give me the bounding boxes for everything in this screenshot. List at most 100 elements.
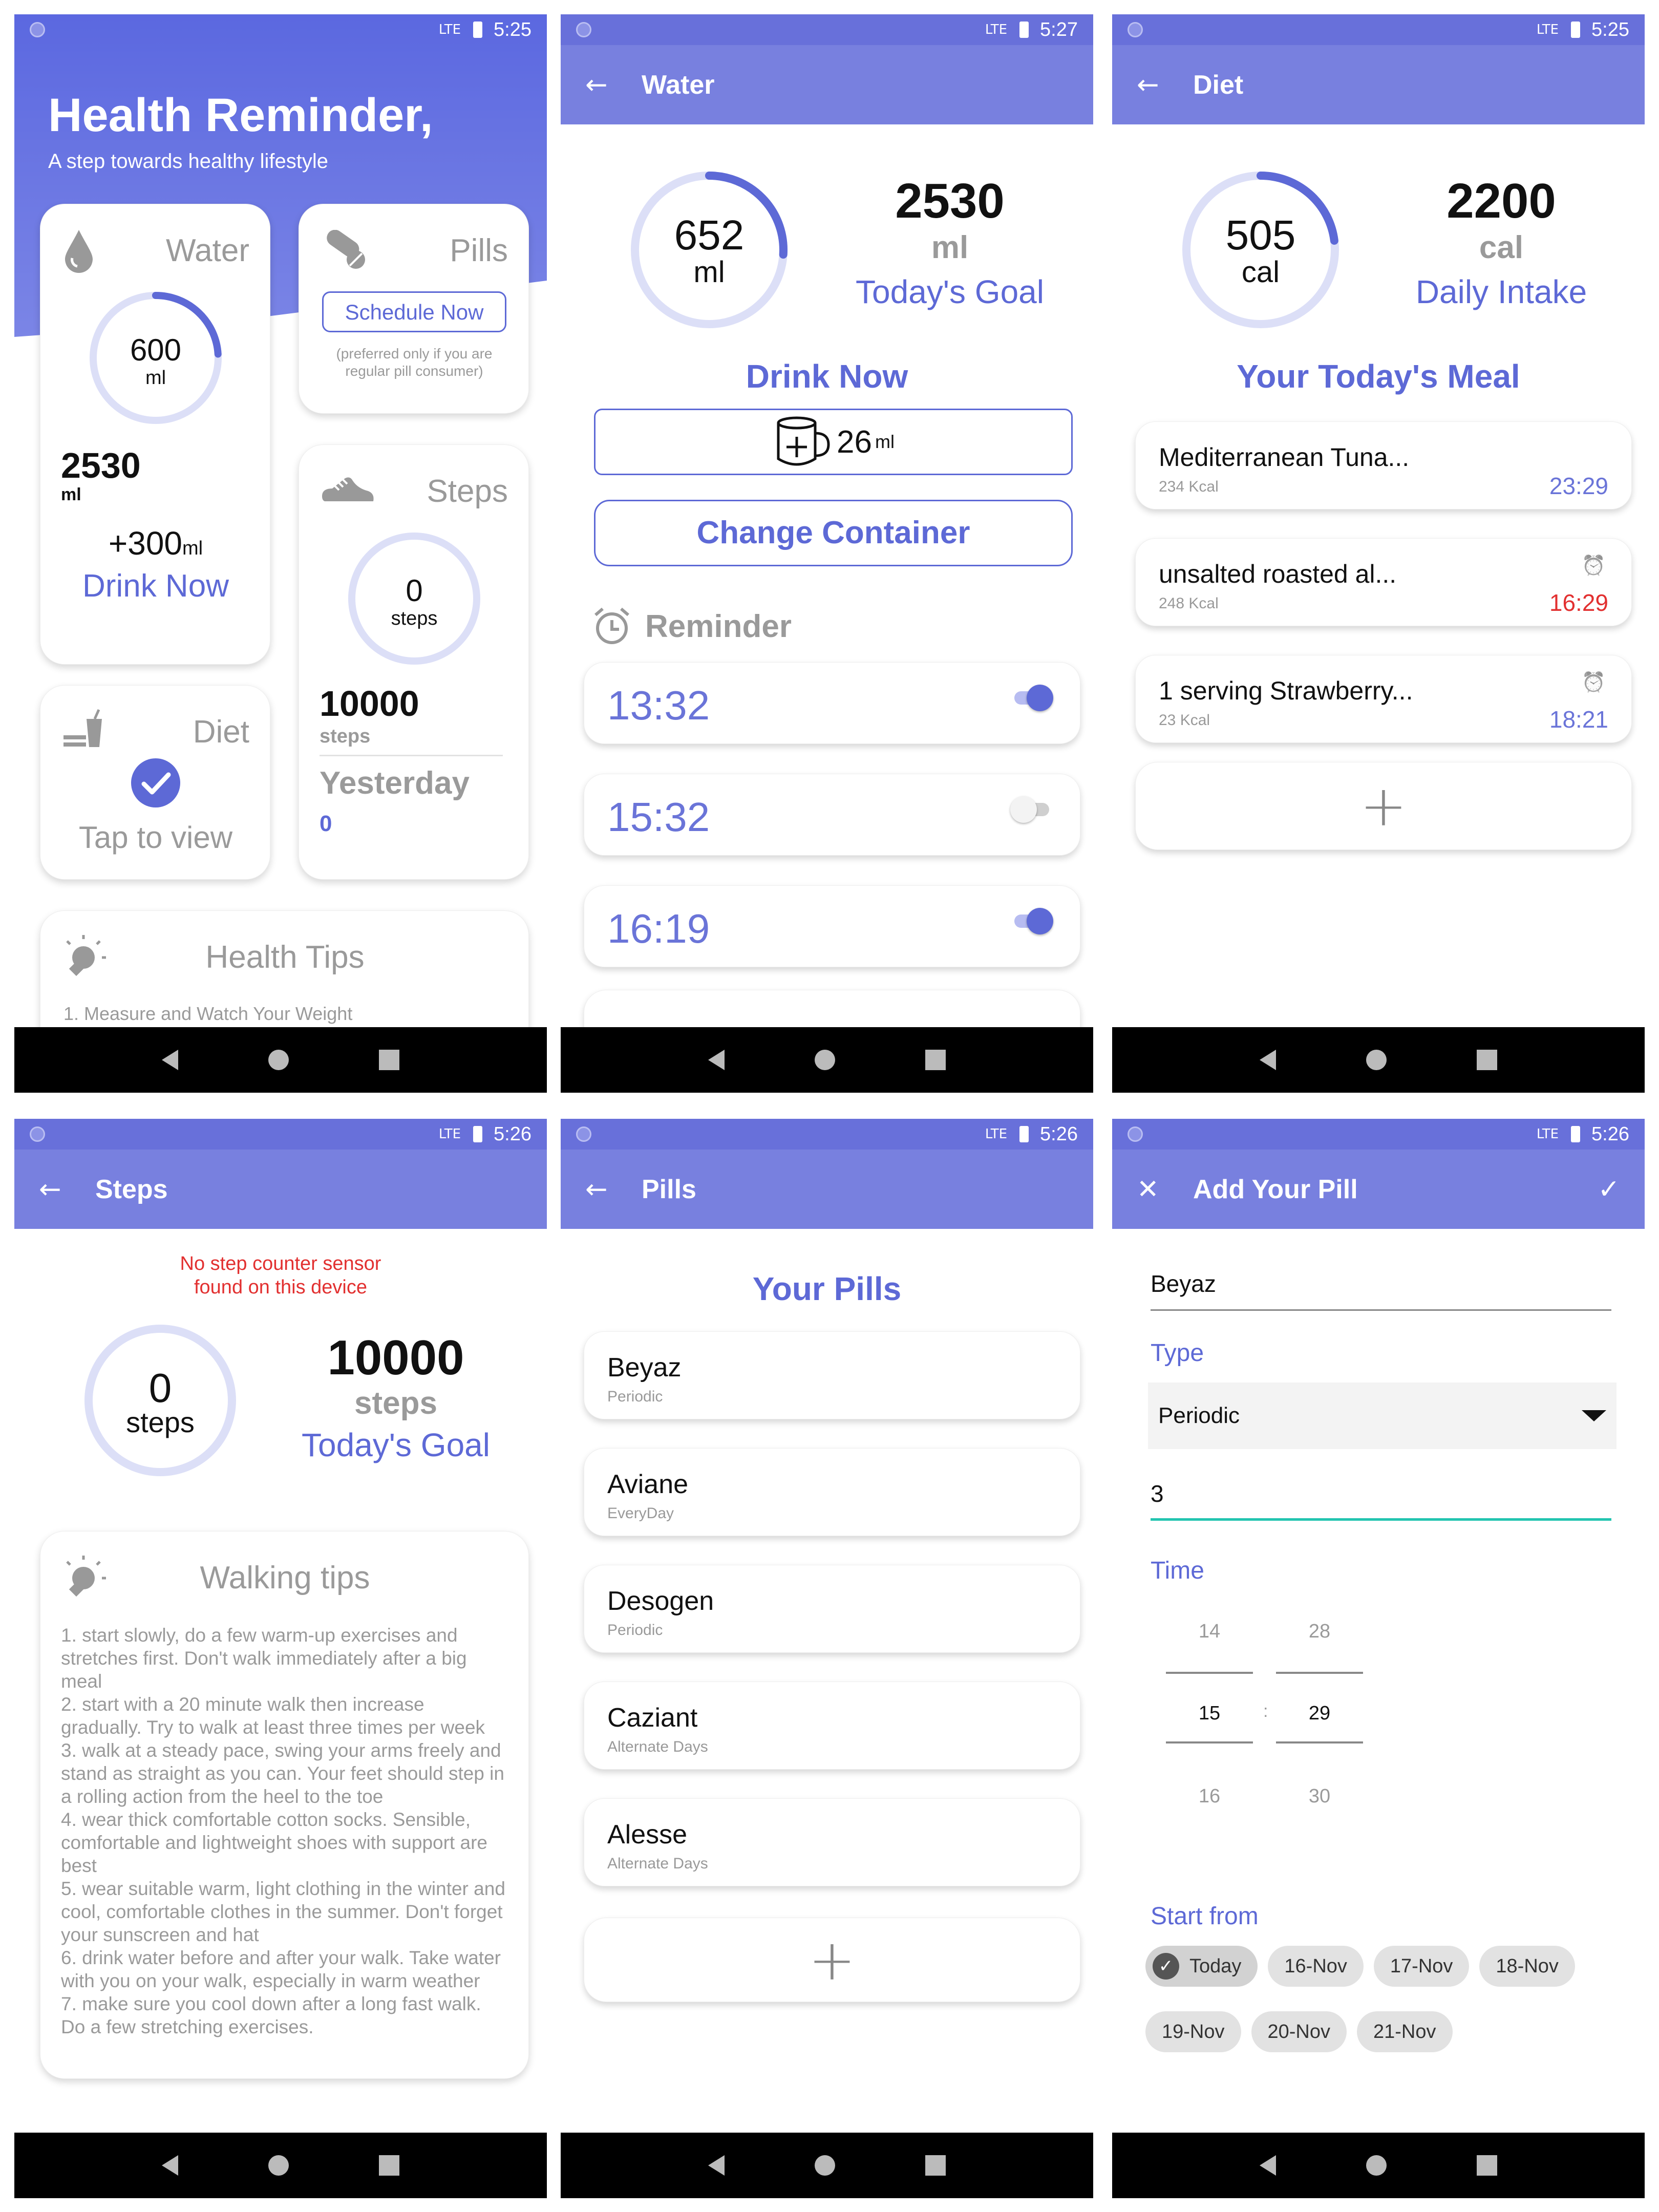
close-icon[interactable]: ✕ — [1137, 1174, 1193, 1205]
divider — [320, 755, 503, 756]
battery-icon — [473, 22, 483, 38]
back-nav-icon[interactable] — [708, 1050, 725, 1070]
interval-field[interactable]: 3 — [1151, 1480, 1611, 1521]
back-arrow-icon[interactable]: ← — [585, 1174, 642, 1205]
pill-item[interactable]: Beyaz Periodic — [584, 1331, 1080, 1419]
date-chip-label: 17-Nov — [1390, 1955, 1453, 1977]
meal-name: unsalted roasted al... — [1159, 560, 1397, 588]
home-nav-icon[interactable] — [268, 2155, 289, 2176]
change-container-button[interactable]: Change Container — [594, 500, 1073, 566]
meal-item[interactable]: Mediterranean Tuna... 234 Kcal 23:29 — [1135, 421, 1632, 509]
calorie-ring-unit: cal — [1241, 256, 1280, 289]
notification-icon — [1128, 1126, 1143, 1142]
home-nav-icon[interactable] — [815, 2155, 835, 2176]
tap-to-view-button[interactable]: Tap to view — [40, 820, 271, 855]
app-bar: ← Water — [561, 45, 1093, 124]
notification-icon — [576, 1126, 591, 1142]
reminder-time: 13:32 — [607, 683, 710, 728]
recents-nav-icon[interactable] — [925, 1050, 946, 1070]
pill-item[interactable]: Desogen Periodic — [584, 1565, 1080, 1653]
date-chip[interactable]: 17-Nov — [1373, 1946, 1470, 1987]
drink-now-label: Drink Now — [746, 358, 908, 395]
date-chip[interactable]: 19-Nov — [1145, 2011, 1241, 2052]
steps-goal-unit: steps — [354, 1386, 437, 1421]
drink-button[interactable]: 26 ml — [594, 409, 1073, 475]
pill-item[interactable]: Aviane EveryDay — [584, 1448, 1080, 1536]
hour-picker[interactable]: 14 15 16 — [1166, 1621, 1253, 1815]
start-date-chips: ✓ Today 16-Nov 17-Nov 18-Nov 19-Nov 20-Nov 21-N… — [1145, 1946, 1622, 2052]
recents-nav-icon[interactable] — [925, 2155, 946, 2176]
notification-icon — [576, 22, 591, 37]
back-nav-icon[interactable] — [162, 2155, 178, 2176]
health-tip-first: 1. Measure and Watch Your Weight — [63, 1003, 353, 1024]
back-arrow-icon[interactable]: ← — [585, 70, 642, 100]
date-chip[interactable]: 16-Nov — [1268, 1946, 1364, 1987]
meal-item[interactable]: unsalted roasted al... 248 Kcal 16:29 ⏰ — [1135, 538, 1632, 626]
drink-cup-icon — [63, 709, 102, 747]
pills-note: (preferred only if you are regular pill … — [336, 346, 493, 379]
water-label: Water — [165, 233, 249, 268]
app-bar-title: Water — [642, 70, 715, 100]
back-nav-icon[interactable] — [1260, 1050, 1276, 1070]
steps-goal: 10000 — [320, 684, 419, 724]
steps-card[interactable]: Steps 0 steps 10000 steps Yesterday 0 — [299, 444, 529, 880]
back-nav-icon[interactable] — [708, 2155, 725, 2176]
back-nav-icon[interactable] — [1260, 2155, 1276, 2176]
date-chip[interactable]: 18-Nov — [1479, 1946, 1575, 1987]
water-add-amount: +300ml — [108, 525, 203, 562]
home-screen: LTE 5:25 Health Reminder, A step towards… — [14, 14, 547, 1093]
back-nav-icon[interactable] — [162, 1050, 178, 1070]
add-meal-button[interactable]: + — [1135, 762, 1632, 850]
water-card[interactable]: Water 600 ml 2530 ml +300ml Drink Now — [40, 204, 270, 665]
steps-screen: LTE 5:26 ← Steps No step counter sensor … — [14, 1119, 547, 2198]
alarm-clock-icon: ⏰ — [1581, 554, 1606, 577]
recents-nav-icon[interactable] — [379, 2155, 399, 2176]
pills-label: Pills — [450, 233, 508, 268]
pill-item[interactable]: Caziant Alternate Days — [584, 1682, 1080, 1770]
reminder-toggle[interactable] — [1014, 685, 1053, 711]
reminder-item[interactable]: 13:32 — [584, 662, 1080, 744]
meal-kcal: 234 Kcal — [1159, 478, 1219, 495]
date-chip[interactable]: 20-Nov — [1251, 2011, 1347, 2052]
home-nav-icon[interactable] — [815, 1050, 835, 1070]
schedule-now-button[interactable]: Schedule Now — [322, 291, 506, 332]
recents-nav-icon[interactable] — [1477, 2155, 1497, 2176]
reminder-toggle[interactable] — [1014, 908, 1053, 934]
meal-item[interactable]: 1 serving Strawberry... 23 Kcal 18:21 ⏰ — [1135, 655, 1632, 743]
pill-item[interactable]: Alesse Alternate Days — [584, 1798, 1080, 1886]
reminder-item[interactable]: 16:19 — [584, 885, 1080, 967]
date-chip-label: 21-Nov — [1373, 2020, 1436, 2043]
minute-picker[interactable]: 28 29 30 — [1276, 1621, 1363, 1815]
back-arrow-icon[interactable]: ← — [39, 1174, 95, 1205]
home-nav-icon[interactable] — [1366, 1050, 1387, 1070]
nav-bar — [1112, 1027, 1645, 1093]
walking-tips-card: Walking tips 1. start slowly, do a few w… — [40, 1531, 529, 2079]
drink-now-button[interactable]: Drink Now — [40, 568, 271, 604]
type-dropdown[interactable]: Periodic — [1148, 1382, 1617, 1449]
add-pill-button[interactable]: + — [584, 1918, 1080, 2002]
diet-screen: LTE 5:25 ← Diet 505 cal 2200 cal Daily I… — [1112, 14, 1645, 1093]
pill-name-field[interactable]: Beyaz — [1151, 1270, 1611, 1311]
back-arrow-icon[interactable]: ← — [1137, 70, 1193, 100]
pill-name: Alesse — [607, 1820, 688, 1849]
reminder-toggle[interactable] — [1010, 796, 1049, 823]
nav-bar — [1112, 2133, 1645, 2198]
pill-name: Beyaz — [607, 1353, 682, 1382]
water-total-unit: ml — [61, 485, 81, 504]
date-chip[interactable]: ✓ Today — [1145, 1946, 1258, 1987]
home-nav-icon[interactable] — [1366, 2155, 1387, 2176]
home-nav-icon[interactable] — [268, 1050, 289, 1070]
clock: 5:26 — [1040, 1123, 1078, 1145]
reminder-item[interactable]: 15:32 — [584, 774, 1080, 856]
diet-card[interactable]: Diet Tap to view — [40, 685, 270, 880]
recents-nav-icon[interactable] — [379, 1050, 399, 1070]
date-chip[interactable]: 21-Nov — [1357, 2011, 1453, 2052]
signal-icon: LTE — [985, 22, 1008, 37]
container-unit: ml — [875, 431, 895, 452]
pills-card[interactable]: Pills Schedule Now (preferred only if yo… — [299, 204, 529, 414]
pill-icon — [327, 230, 365, 269]
confirm-check-icon[interactable]: ✓ — [1598, 1174, 1620, 1205]
recents-nav-icon[interactable] — [1477, 1050, 1497, 1070]
type-label: Type — [1151, 1339, 1204, 1367]
alarm-clock-icon: ⏰ — [1581, 671, 1606, 693]
